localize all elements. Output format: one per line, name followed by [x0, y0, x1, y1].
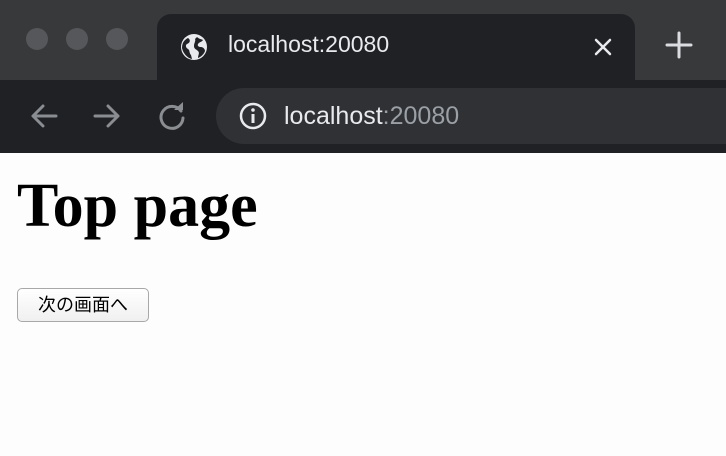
page-content: Top page 次の画面へ — [0, 153, 726, 456]
window-minimize-control[interactable] — [66, 28, 88, 50]
url-text: localhost:20080 — [284, 101, 459, 131]
close-icon[interactable] — [589, 33, 617, 61]
next-screen-button[interactable]: 次の画面へ — [17, 288, 149, 322]
tab-strip: localhost:20080 — [0, 0, 726, 80]
info-icon[interactable] — [238, 101, 268, 131]
browser-window: localhost:20080 localhost:20080 Top page… — [0, 0, 726, 456]
url-port: :20080 — [382, 102, 460, 130]
active-tab[interactable]: localhost:20080 — [157, 14, 635, 80]
reload-icon[interactable] — [156, 100, 188, 132]
browser-toolbar: localhost:20080 — [0, 80, 726, 153]
arrow-left-icon[interactable] — [28, 100, 60, 132]
tab-title: localhost:20080 — [228, 31, 390, 57]
globe-icon — [179, 32, 209, 62]
arrow-right-icon[interactable] — [91, 100, 123, 132]
url-host: localhost — [284, 102, 383, 130]
page-title: Top page — [17, 172, 258, 240]
window-close-control[interactable] — [26, 28, 48, 50]
window-zoom-control[interactable] — [106, 28, 128, 50]
address-bar[interactable]: localhost:20080 — [216, 88, 726, 144]
plus-icon[interactable] — [664, 30, 694, 60]
